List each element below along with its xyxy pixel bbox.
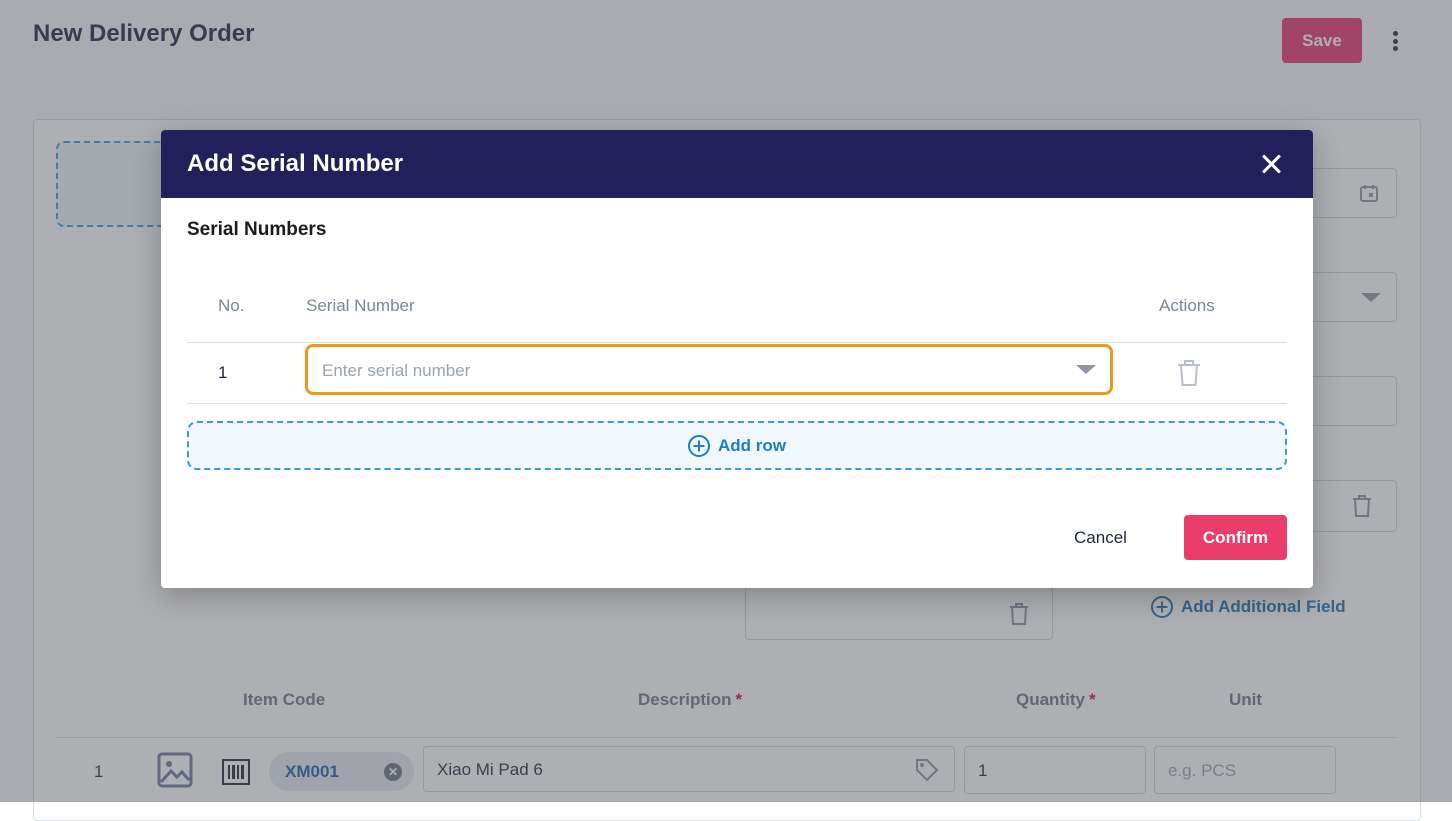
serial-row-number: 1 [218,363,228,382]
close-icon[interactable] [1259,152,1283,176]
divider [187,403,1287,404]
confirm-button[interactable]: Confirm [1184,515,1287,560]
add-serial-number-dialog: Add Serial Number Serial Numbers No. Ser… [161,130,1313,588]
plus-circle-icon [688,434,710,457]
divider [187,342,1287,343]
section-title: Serial Numbers [187,219,327,240]
column-header-serial-number: Serial Number [306,296,415,315]
column-header-actions: Actions [1159,296,1215,315]
dialog-header: Add Serial Number [161,130,1313,198]
chevron-down-icon[interactable] [1076,365,1096,374]
dialog-title: Add Serial Number [187,150,404,177]
trash-icon[interactable] [1176,359,1202,387]
serial-number-select[interactable] [305,344,1113,395]
cancel-button[interactable]: Cancel [1054,518,1147,558]
add-row-button[interactable]: Add row [187,421,1287,470]
serial-number-input[interactable] [320,347,1064,394]
column-header-no: No. [218,296,245,315]
add-row-label: Add row [718,435,786,455]
